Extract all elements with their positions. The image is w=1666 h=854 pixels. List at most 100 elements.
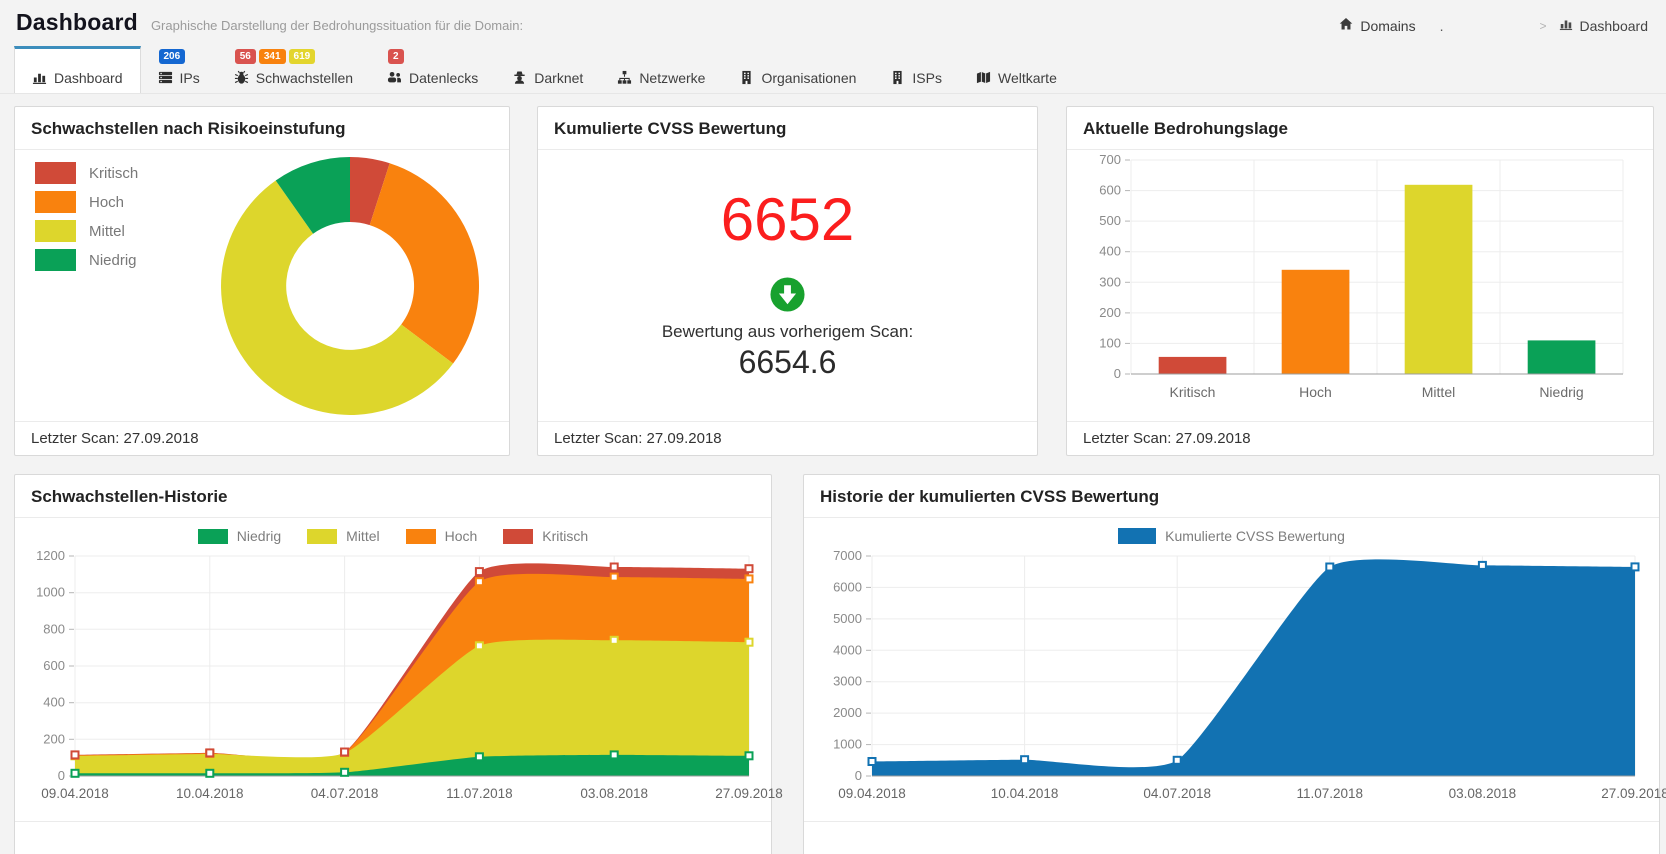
risk-donut-legend: Kritisch Hoch Mittel Niedrig [35, 162, 138, 271]
legend-item-niedrig[interactable]: Niedrig [35, 249, 138, 271]
cvss-previous-score: 6654.6 [738, 344, 837, 380]
legend-item-mittel[interactable]: Mittel [35, 220, 138, 242]
svg-text:700: 700 [1099, 152, 1121, 167]
legend-label: Hoch [89, 193, 125, 211]
legend-chip [503, 528, 534, 544]
tab-badges: 2 [388, 49, 404, 64]
legend-item-niedrig[interactable]: Niedrig [197, 528, 281, 544]
count-badge: 2 [388, 49, 404, 64]
legend-label: Kritisch [542, 528, 589, 544]
legend-label: Mittel [89, 222, 125, 240]
legend-item-kritisch[interactable]: Kritisch [35, 162, 138, 184]
breadcrumb-separator: > [1539, 18, 1547, 33]
tab-label: Schwachstellen [255, 69, 354, 86]
last-scan-label: Letzter Scan: 27.09.2018 [15, 421, 509, 455]
svg-text:1000: 1000 [833, 737, 862, 752]
svg-text:7000: 7000 [833, 548, 862, 563]
breadcrumb: Domains . > Dashboard [1339, 17, 1648, 34]
tab-label: Weltkarte [997, 69, 1057, 86]
tab-organisationen[interactable]: Organisationen [722, 46, 873, 93]
risk-donut-chart[interactable] [219, 155, 481, 417]
legend-chip [307, 528, 338, 544]
svg-text:27.09.2018: 27.09.2018 [1601, 786, 1666, 801]
card-title: Schwachstellen nach Risikoeinstufung [31, 119, 346, 138]
legend-item-hoch[interactable]: Hoch [35, 191, 138, 213]
tab-isps[interactable]: ISPs [873, 46, 959, 93]
svg-text:1000: 1000 [36, 585, 65, 600]
svg-text:Kritisch: Kritisch [1170, 384, 1216, 400]
cvss-history-chart[interactable]: 0 1000 2000 3000 4000 5000 6000 7000 09.04.2018 1… [820, 548, 1666, 814]
tab-schwachstellen[interactable]: 56 341 619 Schwachstellen [217, 46, 370, 93]
last-scan-label: Letzter Scan: 27.09.2018 [538, 421, 1037, 455]
card-title: Aktuelle Bedrohungslage [1083, 119, 1288, 138]
tab-darknet[interactable]: Darknet [495, 46, 600, 93]
sitemap-icon [617, 70, 632, 85]
tab-label: Darknet [534, 69, 584, 86]
legend-label: Mittel [346, 528, 380, 544]
count-badge: 619 [288, 49, 316, 64]
tab-weltkarte[interactable]: Weltkarte [959, 46, 1074, 93]
card-vulnerability-history: Schwachstellen-Historie Niedrig Mittel Hoc… [14, 474, 783, 854]
count-badge: 206 [158, 49, 186, 64]
threat-bar-chart[interactable]: 0 100 200 300 400 500 600 700 Kritisch Hoch Mittel… [1083, 150, 1637, 412]
svg-text:27.09.2018: 27.09.2018 [715, 786, 783, 801]
svg-text:800: 800 [43, 621, 65, 636]
tab-datenlecks[interactable]: 2 Datenlecks [370, 46, 495, 93]
svg-text:500: 500 [1099, 213, 1121, 228]
last-scan-label: Letzter Scan: 27.09.2018 [1067, 421, 1653, 455]
card-footer [804, 821, 1659, 854]
home-icon [1339, 17, 1353, 34]
svg-text:09.04.2018: 09.04.2018 [838, 786, 906, 801]
cvss-history-legend: Kumulierte CVSS Bewertung [820, 518, 1643, 548]
tab-dashboard[interactable]: Dashboard [14, 46, 141, 93]
svg-text:10.04.2018: 10.04.2018 [176, 786, 244, 801]
legend-chip [35, 162, 76, 184]
legend-chip [405, 528, 436, 544]
history-legend: Niedrig Mittel Hoch Kritisch [31, 518, 755, 548]
bar-chart-icon [32, 70, 47, 85]
card-header: Kumulierte CVSS Bewertung [538, 107, 1037, 150]
cvss-current-score: 6652 [720, 186, 855, 253]
legend-chip [35, 249, 76, 271]
vulnerability-history-chart[interactable]: 0 200 400 600 800 1000 1200 09.04.2018 10.04.201… [31, 548, 783, 814]
card-header: Aktuelle Bedrohungslage [1067, 107, 1653, 150]
svg-text:0: 0 [58, 768, 65, 783]
tab-netzwerke[interactable]: Netzwerke [600, 46, 722, 93]
previous-scan-label: Bewertung aus vorherigem Scan: [661, 322, 914, 341]
count-badge: 341 [258, 49, 286, 64]
legend-item-hoch[interactable]: Hoch [405, 528, 478, 544]
svg-text:11.07.2018: 11.07.2018 [446, 786, 513, 801]
svg-text:03.08.2018: 03.08.2018 [580, 786, 648, 801]
svg-text:11.07.2018: 11.07.2018 [1297, 786, 1364, 801]
legend-label: Kumulierte CVSS Bewertung [1165, 528, 1345, 544]
card-header: Historie der kumulierten CVSS Bewertung [804, 475, 1659, 518]
tab-label: Dashboard [54, 69, 123, 86]
svg-text:200: 200 [1099, 305, 1121, 320]
card-title: Historie der kumulierten CVSS Bewertung [820, 487, 1160, 506]
server-icon [158, 70, 173, 85]
legend-label: Niedrig [89, 251, 137, 269]
tab-ips[interactable]: 206 IPs [141, 46, 217, 93]
svg-text:600: 600 [1099, 183, 1121, 198]
decrease-arrow-icon [769, 276, 806, 313]
bug-icon [234, 70, 249, 85]
legend-item-kritisch[interactable]: Kritisch [503, 528, 588, 544]
svg-text:300: 300 [1099, 274, 1121, 289]
dashboard-page: { "header": { "title": "Dashboard", "sub… [0, 0, 1666, 854]
vulnerability-history-body: Niedrig Mittel Hoch Kritisch 0 200 400 600 800 1… [15, 518, 783, 821]
legend-item-kumulierte-cvss-bewertung[interactable]: Kumulierte CVSS Bewertung [1118, 528, 1345, 544]
breadcrumb-dashboard[interactable]: Dashboard [1559, 17, 1648, 34]
svg-text:Hoch: Hoch [1299, 384, 1332, 400]
tab-label: Datenlecks [409, 69, 479, 86]
svg-text:Niedrig: Niedrig [1539, 384, 1583, 400]
svg-text:03.08.2018: 03.08.2018 [1449, 786, 1517, 801]
svg-text:04.07.2018: 04.07.2018 [311, 786, 379, 801]
breadcrumb-domains[interactable]: Domains [1339, 17, 1416, 34]
legend-item-mittel[interactable]: Mittel [307, 528, 380, 544]
breadcrumb-domain[interactable]: . [1440, 18, 1444, 34]
svg-text:0: 0 [1114, 366, 1121, 381]
legend-label: Hoch [444, 528, 478, 544]
svg-text:400: 400 [43, 695, 65, 710]
svg-text:2000: 2000 [833, 705, 862, 720]
svg-text:10.04.2018: 10.04.2018 [991, 786, 1059, 801]
